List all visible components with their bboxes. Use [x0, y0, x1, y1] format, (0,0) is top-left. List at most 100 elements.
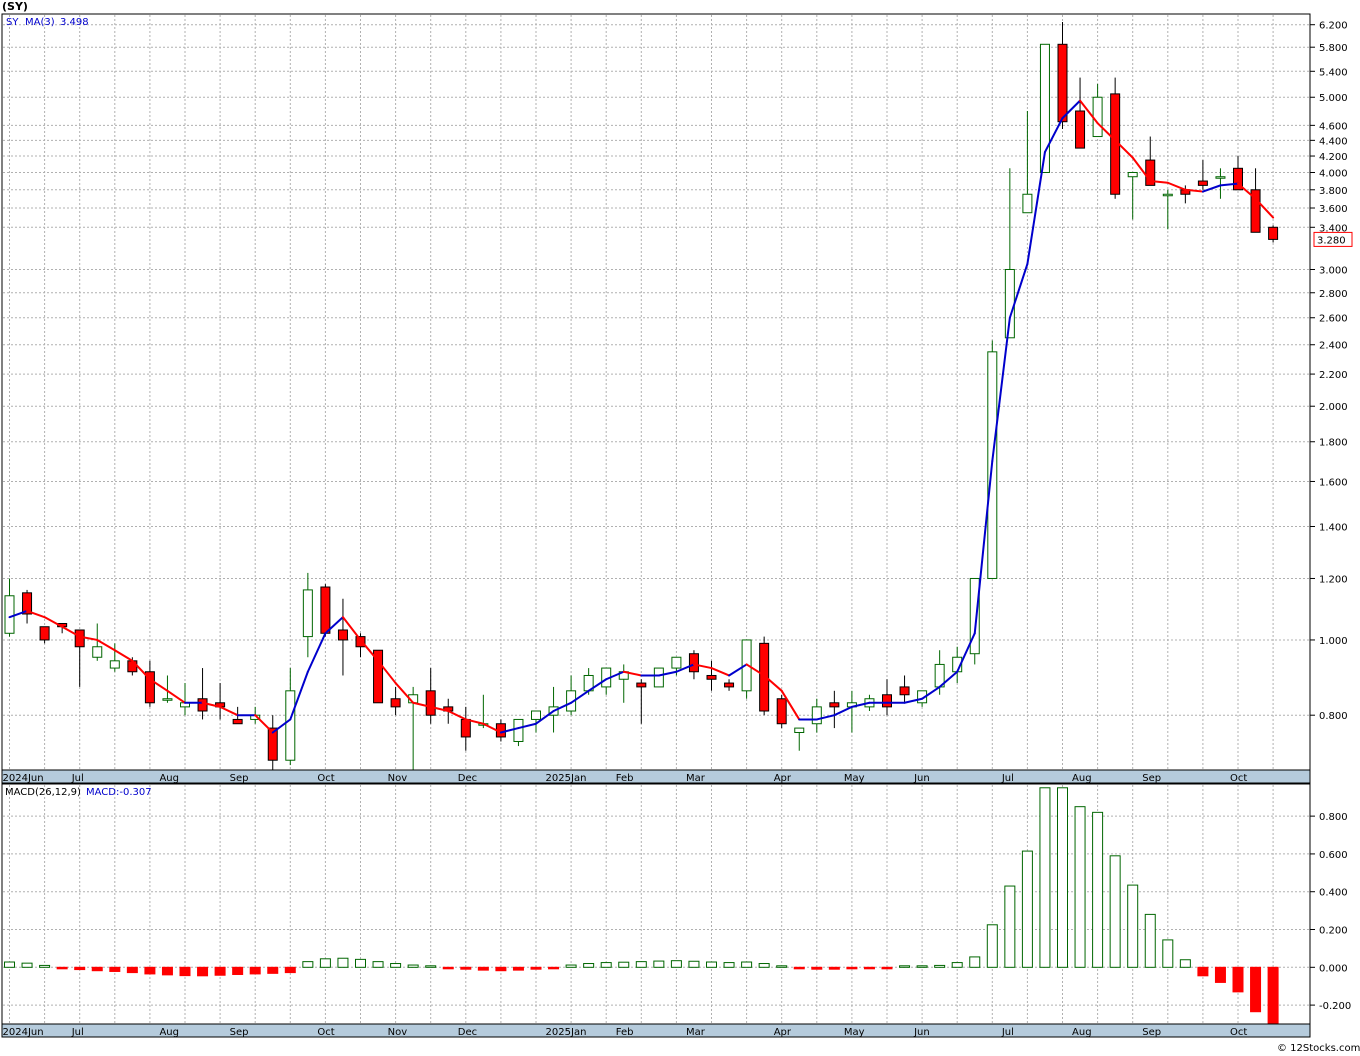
- x-axis-month-label: Feb: [616, 773, 634, 784]
- macd-bar: [600, 962, 612, 968]
- macd-bar: [1092, 811, 1104, 968]
- macd-bar: [74, 966, 86, 971]
- x-axis-month-label: Sep: [1142, 1027, 1161, 1038]
- macd-bar: [828, 966, 840, 970]
- macd-bar: [91, 966, 103, 972]
- macd-bar: [442, 966, 454, 970]
- macd-bar: [161, 966, 173, 976]
- macd-legend-value: MACD:-0.307: [86, 787, 152, 798]
- x-axis-month-label: Jun: [913, 773, 930, 784]
- price-legend-ma-value: 3.498: [60, 17, 89, 28]
- candle-body: [811, 706, 822, 725]
- x-axis-month-label: May: [844, 773, 865, 784]
- macd-bar: [986, 924, 998, 968]
- candle-body: [92, 646, 103, 658]
- candle-body: [1075, 110, 1086, 149]
- candle-body: [425, 690, 436, 716]
- x-axis-month-label: Mar: [686, 773, 706, 784]
- candle-body: [74, 629, 85, 648]
- candle-body: [1092, 96, 1103, 138]
- x-axis-month-label: Oct: [317, 773, 334, 784]
- x-axis-month-label: Aug: [1072, 773, 1092, 784]
- price-y-tick-label: 4.000: [1319, 168, 1348, 179]
- macd-bar: [1057, 787, 1068, 968]
- candle-body: [724, 682, 735, 688]
- macd-bar: [407, 964, 419, 968]
- macd-bar: [214, 966, 226, 976]
- macd-bar: [565, 964, 577, 968]
- macd-y-tick-label: -0.200: [1319, 1001, 1351, 1012]
- candle-body: [162, 698, 173, 701]
- macd-x-axis-band: [1, 1023, 1311, 1038]
- macd-bar: [39, 964, 51, 968]
- price-y-tick-label: 0.800: [1319, 711, 1348, 722]
- macd-bar: [1144, 913, 1156, 968]
- price-y-tick-label: 1.400: [1319, 522, 1348, 533]
- price-y-tick-label: 2.000: [1319, 402, 1348, 413]
- price-y-tick-label: 3.800: [1319, 186, 1348, 197]
- x-axis-month-label: May: [844, 1027, 865, 1038]
- price-y-tick-label: 3.000: [1319, 265, 1348, 276]
- macd-bar: [793, 966, 805, 970]
- stock-chart: (SY) 0.800 1.000 1.200 1.400 1.600 1.800 2.000…: [0, 0, 1360, 1056]
- price-y-tick-label: 5.400: [1319, 67, 1348, 78]
- macd-bar: [232, 966, 244, 975]
- x-axis-month-label: Dec: [458, 773, 477, 784]
- candle-body: [653, 667, 664, 688]
- candle-body: [337, 629, 348, 641]
- macd-y-tick-label: 0.400: [1319, 888, 1348, 899]
- price-y-tick-label: 2.800: [1319, 289, 1348, 300]
- x-axis-month-label: Oct: [1230, 773, 1247, 784]
- footer-credit: © 12Stocks.com: [1277, 1043, 1360, 1054]
- x-axis-month-label: Nov: [388, 1027, 408, 1038]
- price-y-tick-label: 1.800: [1319, 438, 1348, 449]
- macd-bar: [846, 966, 858, 970]
- x-axis-month-label: 2024Jun: [3, 1027, 44, 1038]
- candle-body: [1127, 171, 1138, 178]
- price-y-tick-label: 1.600: [1319, 477, 1348, 488]
- x-axis-month-label: Sep: [230, 773, 249, 784]
- macd-bar: [109, 966, 121, 972]
- macd-bar: [460, 966, 472, 970]
- price-y-tick-label: 2.400: [1319, 341, 1348, 352]
- candle-body: [4, 595, 15, 634]
- macd-bar: [372, 961, 384, 968]
- x-axis-month-label: Dec: [458, 1027, 477, 1038]
- macd-bar: [1021, 850, 1033, 968]
- candle-body: [706, 674, 717, 680]
- macd-bar: [267, 966, 279, 974]
- macd-y-tick-label: 0.600: [1319, 850, 1348, 861]
- price-y-tick-label: 4.600: [1319, 121, 1348, 132]
- chart-title: (SY): [2, 0, 28, 13]
- candle-body: [1197, 180, 1208, 186]
- macd-bar: [1232, 966, 1244, 993]
- price-y-tick-label: 4.200: [1319, 152, 1348, 163]
- candle-body: [39, 626, 50, 641]
- macd-bar: [1250, 966, 1262, 1013]
- x-axis-month-label: Jul: [71, 773, 84, 784]
- price-legend-ma-label: MA(3): [25, 17, 55, 28]
- macd-bar: [916, 965, 928, 968]
- candle-body: [688, 653, 699, 673]
- price-y-tick-label: 3.600: [1319, 204, 1348, 215]
- candle-body: [513, 718, 524, 742]
- price-y-tick-label: 5.800: [1319, 43, 1348, 54]
- macd-legend-label: MACD(26,12,9): [5, 787, 81, 798]
- macd-y-tick-label: 0.800: [1319, 812, 1348, 823]
- macd-bar: [319, 958, 331, 968]
- macd-bar: [618, 961, 630, 968]
- macd-bar: [723, 962, 735, 968]
- macd-bar: [179, 966, 191, 977]
- x-axis-month-label: Jun: [913, 1027, 930, 1038]
- price-y-tick-label: 1.000: [1319, 636, 1348, 647]
- macd-bar: [951, 962, 963, 968]
- x-axis-month-label: 2024Jun: [3, 773, 44, 784]
- macd-bar: [512, 966, 524, 971]
- candle-body: [829, 702, 840, 708]
- macd-bar: [425, 965, 437, 968]
- x-axis-month-label: Jul: [1001, 1027, 1014, 1038]
- macd-bar: [1267, 966, 1279, 1026]
- x-axis-month-label: Aug: [159, 773, 179, 784]
- macd-bar: [56, 966, 68, 970]
- macd-bar: [1197, 966, 1209, 977]
